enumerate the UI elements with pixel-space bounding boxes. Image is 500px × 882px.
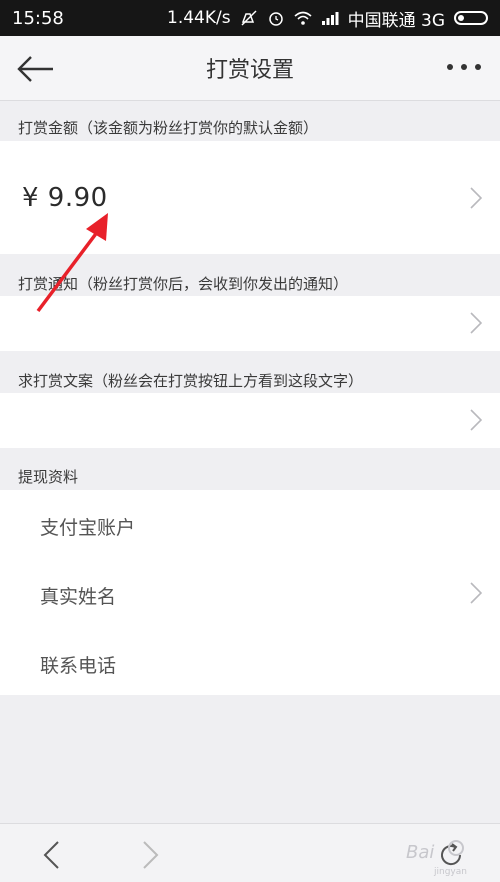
status-time: 15:58 — [12, 7, 64, 29]
copy-section-label: 求打赏文案（粉丝会在打赏按钮上方看到这段文字） — [18, 372, 364, 390]
svg-text:Bai: Bai — [406, 842, 434, 863]
status-bar: 15:58 1.44K/s 中国联通 3G — [0, 0, 500, 36]
nav-bar: 打赏设置 — [0, 36, 500, 101]
battery-icon — [454, 11, 488, 25]
amount-section-label: 打赏金额（该金额为粉丝打赏你的默认金额） — [18, 119, 319, 137]
alipay-account-field[interactable]: 支付宝账户 — [40, 513, 135, 540]
chevron-right-icon — [470, 187, 482, 209]
chevron-right-icon — [470, 409, 482, 431]
mute-icon — [241, 10, 257, 26]
alarm-icon — [268, 12, 283, 26]
page-title: 打赏设置 — [205, 58, 294, 83]
chevron-right-icon — [470, 312, 482, 334]
chevron-right-icon — [470, 582, 482, 604]
copy-row[interactable] — [0, 393, 500, 448]
back-icon[interactable] — [42, 840, 60, 870]
svg-text:jingyan: jingyan — [433, 867, 467, 877]
withdraw-section-label: 提现资料 — [18, 468, 79, 486]
more-dots-icon[interactable] — [446, 60, 482, 74]
signal-icon — [321, 12, 339, 25]
real-name-field[interactable]: 真实姓名 — [40, 582, 116, 609]
withdraw-card[interactable]: 支付宝账户 真实姓名 联系电话 — [0, 490, 500, 695]
annotation-arrow-icon — [36, 213, 108, 313]
status-carrier: 中国联通 3G — [347, 10, 445, 31]
watermark-logo-icon: Bai jingyan — [406, 840, 467, 877]
wifi-icon — [294, 11, 312, 25]
phone-field[interactable]: 联系电话 — [40, 651, 116, 678]
bottom-toolbar: Bai jingyan — [0, 823, 500, 882]
status-speed: 1.44K/s — [167, 8, 231, 28]
forward-icon[interactable] — [142, 840, 160, 870]
